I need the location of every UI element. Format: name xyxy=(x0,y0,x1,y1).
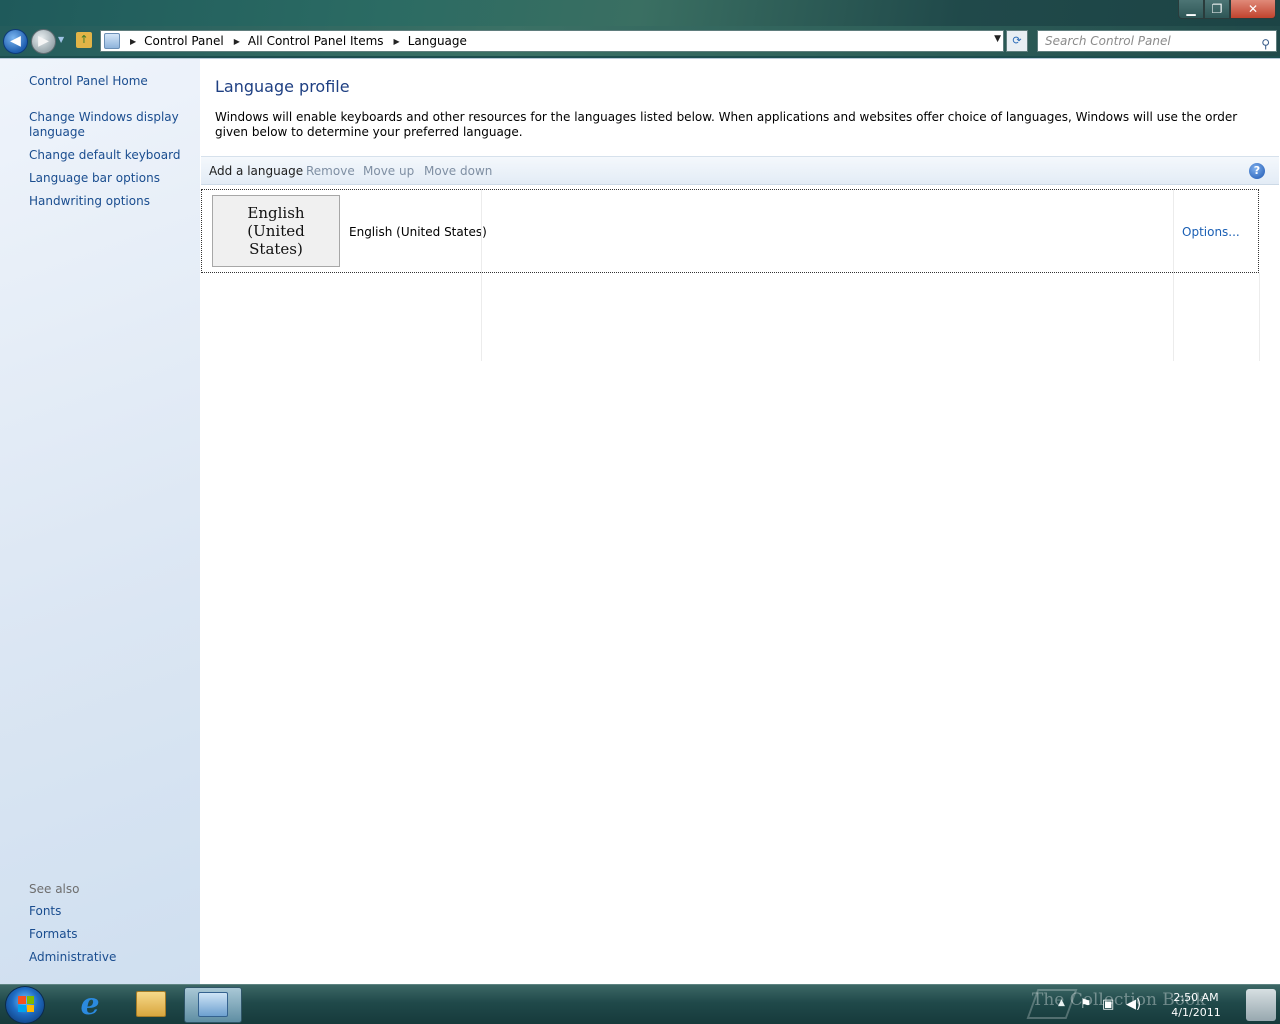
main-content: Language profile Windows will enable key… xyxy=(200,58,1280,984)
control-panel-taskbar-icon xyxy=(198,992,228,1017)
handwriting-options-link[interactable]: Handwriting options xyxy=(29,194,189,209)
search-icon[interactable]: ⚲ xyxy=(1261,34,1270,54)
add-language-button[interactable]: Add a language xyxy=(209,164,303,178)
language-tile: English (United States) xyxy=(212,195,340,267)
breadcrumb-arrow-icon[interactable]: ▶ xyxy=(394,37,400,46)
breadcrumb-control-panel[interactable]: Control Panel xyxy=(144,34,224,48)
search-input[interactable]: Search Control Panel ⚲ xyxy=(1037,30,1277,52)
windows-flag-icon xyxy=(18,996,34,1012)
back-button[interactable]: ◀ xyxy=(3,29,28,54)
column-divider xyxy=(1259,273,1260,361)
show-desktop-button[interactable] xyxy=(1246,989,1276,1021)
help-icon[interactable]: ? xyxy=(1249,163,1265,179)
minimize-button[interactable]: ▁ xyxy=(1178,0,1204,19)
change-default-keyboard-link[interactable]: Change default keyboard xyxy=(29,148,189,163)
task-pane: Control Panel Home Change Windows displa… xyxy=(0,58,200,984)
breadcrumb-language[interactable]: Language xyxy=(408,34,467,48)
language-list-item[interactable]: English (United States) English (United … xyxy=(201,189,1259,273)
control-panel-home-link[interactable]: Control Panel Home xyxy=(29,74,189,89)
administrative-link[interactable]: Administrative xyxy=(29,950,189,965)
show-hidden-icons-icon[interactable]: ▲ xyxy=(1058,998,1065,1008)
remove-button[interactable]: Remove xyxy=(306,164,355,178)
network-icon[interactable]: ▣ xyxy=(1102,997,1114,1012)
recent-pages-dropdown-icon[interactable]: ▼ xyxy=(58,35,64,44)
fonts-link[interactable]: Fonts xyxy=(29,904,189,919)
forward-button[interactable]: ▶ xyxy=(31,29,56,54)
breadcrumb-all-items[interactable]: All Control Panel Items xyxy=(248,34,384,48)
language-options-link[interactable]: Options... xyxy=(1182,225,1240,239)
move-down-button[interactable]: Move down xyxy=(424,164,492,178)
window-controls: ▁ ❐ ✕ xyxy=(1178,0,1276,19)
breadcrumb-arrow-icon[interactable]: ▶ xyxy=(130,37,136,46)
clock-date: 4/1/2011 xyxy=(1171,1006,1221,1019)
address-bar[interactable]: ▶ Control Panel ▶ All Control Panel Item… xyxy=(100,30,1004,52)
navigation-bar: ◀ ▶ ▼ ↑ ▶ Control Panel ▶ All Control Pa… xyxy=(0,26,1280,56)
page-title: Language profile xyxy=(215,77,350,96)
change-display-language-link[interactable]: Change Windows display language xyxy=(29,110,189,140)
volume-icon[interactable]: ◀) xyxy=(1126,997,1141,1012)
clock[interactable]: 2:50 AM 4/1/2011 xyxy=(1152,990,1240,1020)
notification-area: ▲ ⚑ ▣ ◀) 2:50 AM 4/1/2011 xyxy=(1020,985,1280,1024)
language-toolbar: Add a language Remove Move up Move down … xyxy=(201,156,1279,185)
language-bar-options-link[interactable]: Language bar options xyxy=(29,171,189,186)
column-divider xyxy=(481,189,482,361)
search-placeholder: Search Control Panel xyxy=(1045,34,1171,48)
restore-button[interactable]: ❐ xyxy=(1204,0,1230,19)
language-name: English (United States) xyxy=(349,225,487,239)
page-description: Windows will enable keyboards and other … xyxy=(215,110,1238,139)
start-button[interactable] xyxy=(5,986,45,1024)
see-also-heading: See also xyxy=(29,882,80,896)
clock-time: 2:50 AM xyxy=(1173,991,1219,1004)
window-title-bar: ▁ ❐ ✕ xyxy=(0,0,1280,26)
close-button[interactable]: ✕ xyxy=(1230,0,1276,19)
action-center-flag-icon[interactable]: ⚑ xyxy=(1080,997,1092,1012)
windows-explorer-icon[interactable] xyxy=(136,991,166,1017)
taskbar: e The Collection Book ▲ ⚑ ▣ ◀) 2:50 AM 4… xyxy=(0,984,1280,1024)
refresh-button[interactable]: ⟳ xyxy=(1006,30,1028,52)
breadcrumb-arrow-icon[interactable]: ▶ xyxy=(234,37,240,46)
internet-explorer-icon[interactable]: e xyxy=(75,989,105,1021)
up-level-icon[interactable]: ↑ xyxy=(76,32,92,48)
move-up-button[interactable]: Move up xyxy=(363,164,414,178)
control-panel-icon xyxy=(104,33,120,49)
address-dropdown-icon[interactable]: ▼ xyxy=(994,34,1001,44)
column-divider xyxy=(1173,189,1174,361)
formats-link[interactable]: Formats xyxy=(29,927,189,942)
